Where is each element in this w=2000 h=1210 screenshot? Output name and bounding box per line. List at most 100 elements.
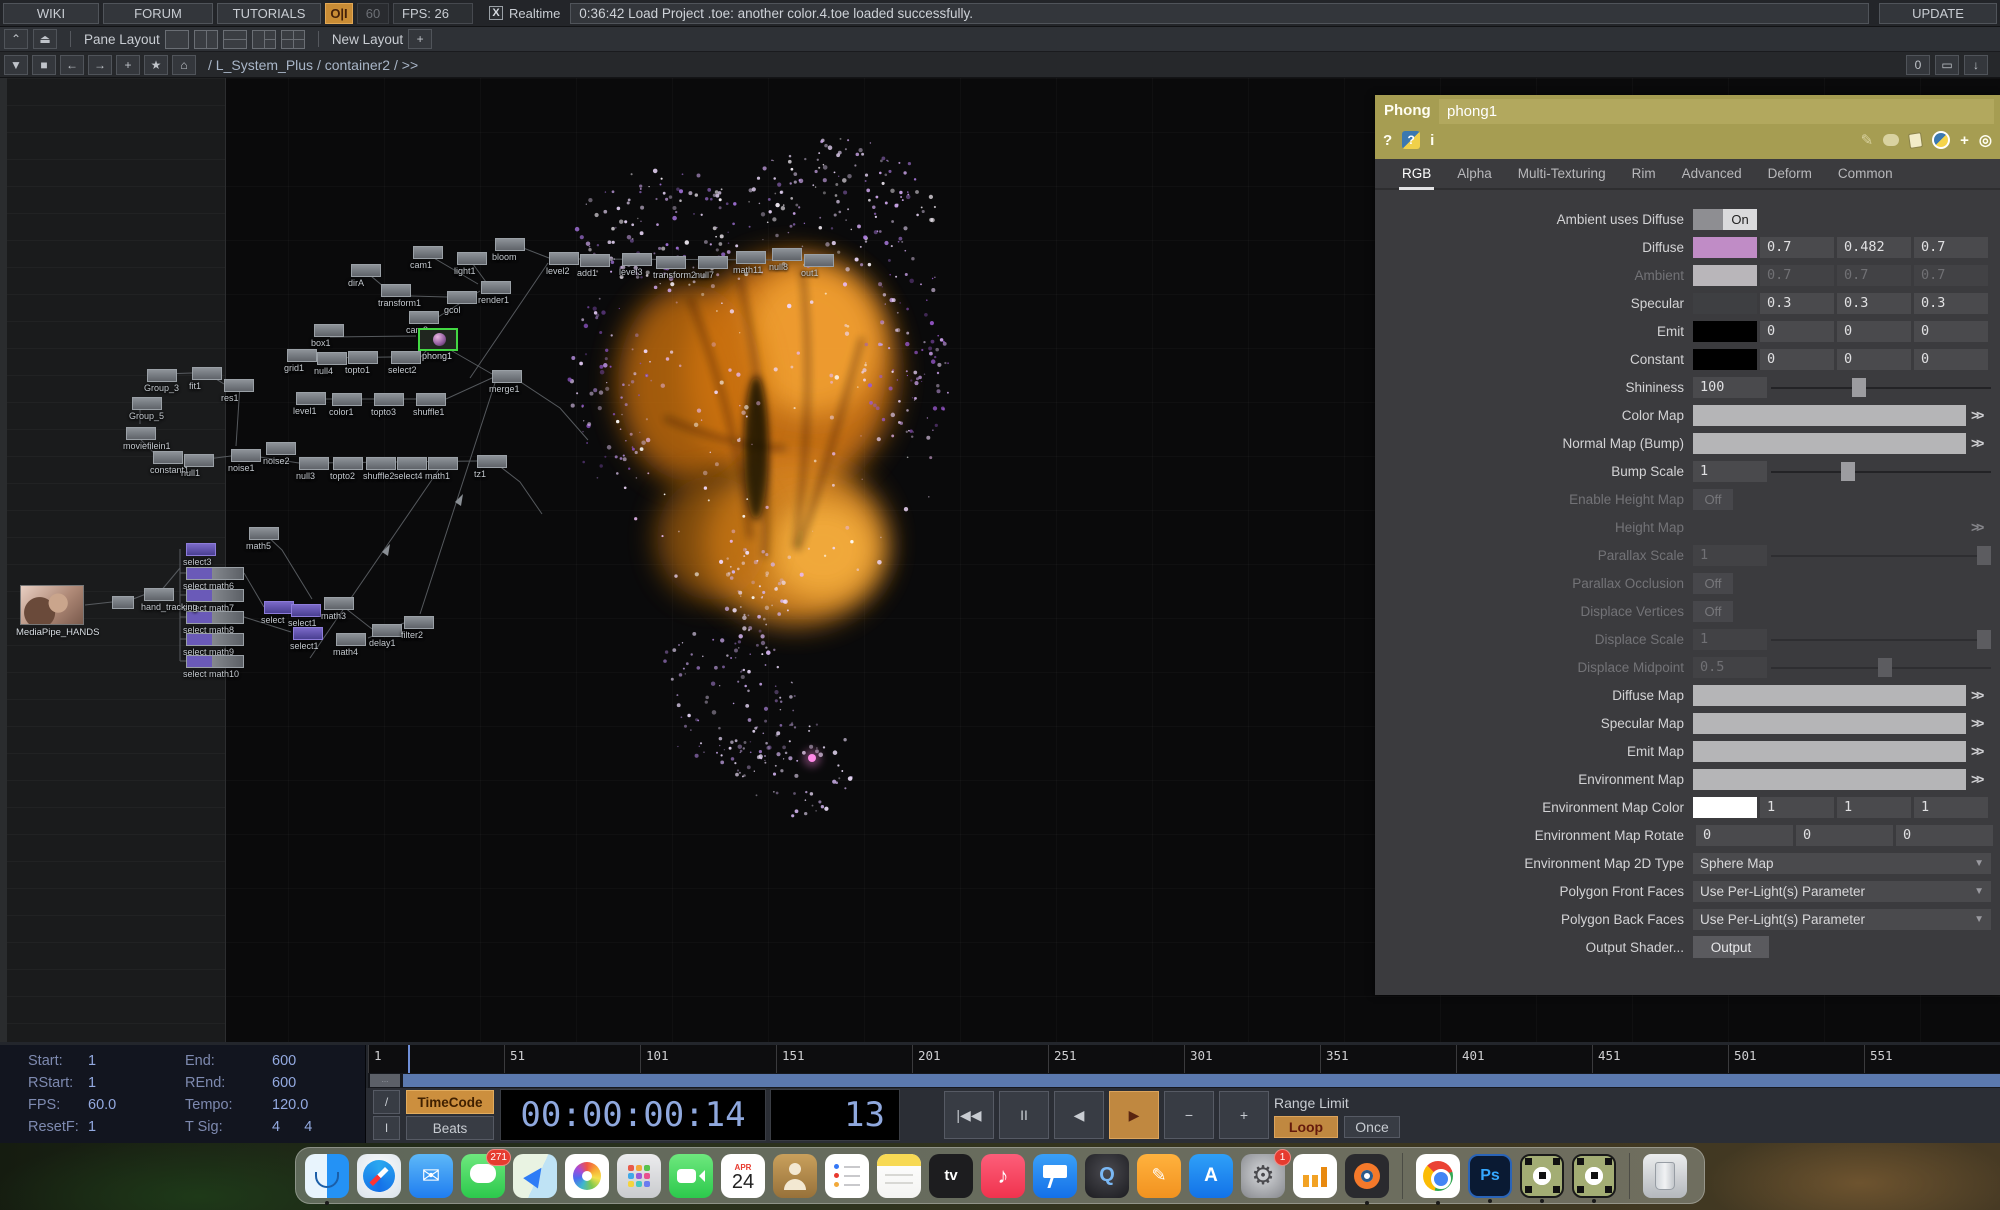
- dock-icon-notes[interactable]: [877, 1154, 921, 1198]
- value-field[interactable]: 1: [1837, 797, 1911, 818]
- node-topto2[interactable]: topto2: [333, 457, 363, 470]
- value-field[interactable]: 100: [1693, 377, 1767, 398]
- dock-icon-calendar[interactable]: APR24: [721, 1154, 765, 1198]
- target-icon[interactable]: ◎: [1979, 131, 1992, 149]
- node-select1[interactable]: select1: [291, 604, 321, 617]
- node-select[interactable]: select: [264, 601, 294, 614]
- node-render1[interactable]: render1: [481, 281, 511, 294]
- wiki-button[interactable]: WIKI: [3, 3, 99, 24]
- tab-rgb[interactable]: RGB: [1389, 160, 1444, 188]
- value-field[interactable]: 0: [1760, 321, 1834, 342]
- color-swatch[interactable]: [1693, 265, 1757, 286]
- node-null1[interactable]: null1: [184, 454, 214, 467]
- value-field[interactable]: 0.7: [1760, 237, 1834, 258]
- update-button[interactable]: UPDATE: [1879, 3, 1997, 24]
- node-null7[interactable]: null7: [698, 256, 728, 269]
- frame-minus-button[interactable]: −: [1164, 1091, 1214, 1139]
- python-mode-icon[interactable]: [1932, 131, 1950, 149]
- node-select4[interactable]: select4: [397, 457, 427, 470]
- file-path-field[interactable]: [1693, 517, 1966, 538]
- value-field[interactable]: 0.7: [1914, 265, 1988, 286]
- param-slider[interactable]: [1771, 377, 1991, 398]
- dock-icon-settings[interactable]: ⚙1: [1241, 1154, 1285, 1198]
- node-select math7[interactable]: select math7: [186, 589, 244, 602]
- tab-advanced[interactable]: Advanced: [1669, 160, 1755, 188]
- dock-icon-safari[interactable]: [357, 1154, 401, 1198]
- node-level2[interactable]: level2: [549, 252, 579, 265]
- node-cam1[interactable]: cam1: [413, 246, 443, 259]
- node-color1[interactable]: color1: [332, 393, 362, 406]
- expand-chevron-icon[interactable]: >>: [1971, 743, 1995, 759]
- param-toggle[interactable]: Off: [1693, 573, 1733, 594]
- bookmark-icon[interactable]: ★: [144, 55, 168, 75]
- node-math5[interactable]: math5: [249, 527, 279, 540]
- dock-icon-maps[interactable]: [513, 1154, 557, 1198]
- file-path-field[interactable]: [1693, 769, 1966, 790]
- node-box1[interactable]: box1: [314, 324, 344, 337]
- dock-icon-td[interactable]: [1520, 1154, 1564, 1198]
- value-field[interactable]: 1: [1693, 629, 1767, 650]
- save-layout-icon[interactable]: ⏏: [33, 29, 57, 49]
- value-field[interactable]: 0: [1914, 349, 1988, 370]
- network-editor[interactable]: cam1light1bloomdirAtransform1gcolrender1…: [0, 78, 2000, 1042]
- dock-icon-mail[interactable]: ✉: [409, 1154, 453, 1198]
- maximize-pane-icon[interactable]: ⌃: [4, 29, 28, 49]
- frame-plus-button[interactable]: +: [1219, 1091, 1269, 1139]
- slider-handle[interactable]: [1977, 630, 1991, 649]
- play-button[interactable]: ▶: [1109, 1091, 1159, 1139]
- pane-layout-quad[interactable]: [281, 30, 305, 49]
- node-phong1[interactable]: phong1: [418, 328, 458, 351]
- color-swatch[interactable]: [1693, 797, 1757, 818]
- node-unnamed[interactable]: [112, 596, 134, 609]
- param-slider[interactable]: [1771, 657, 1991, 678]
- value-field[interactable]: 0: [1760, 349, 1834, 370]
- playhead[interactable]: [408, 1045, 410, 1073]
- back-icon[interactable]: ←: [60, 55, 84, 75]
- timeline-ruler[interactable]: 151101151201251301351401451501551: [368, 1045, 2000, 1073]
- slider-handle[interactable]: [1977, 546, 1991, 565]
- range-scroll-box[interactable]: ...: [370, 1074, 400, 1087]
- jump-start-button[interactable]: |◀◀: [944, 1091, 994, 1139]
- param-dropdown[interactable]: Sphere Map▼: [1693, 853, 1991, 874]
- slider-handle[interactable]: [1852, 378, 1866, 397]
- node-select math8[interactable]: select math8: [186, 611, 244, 624]
- value-field[interactable]: 1: [1693, 461, 1767, 482]
- node-select math9[interactable]: select math9: [186, 633, 244, 646]
- comment-icon[interactable]: [1883, 134, 1899, 146]
- tab-multi-texturing[interactable]: Multi-Texturing: [1505, 160, 1619, 188]
- slider-handle[interactable]: [1878, 658, 1892, 677]
- node-Group_5[interactable]: Group_5: [132, 397, 162, 410]
- dock-icon-trash[interactable]: [1643, 1154, 1687, 1198]
- node-select3[interactable]: select3: [186, 543, 216, 556]
- color-swatch[interactable]: [1693, 349, 1757, 370]
- node-grid1[interactable]: grid1: [287, 349, 317, 362]
- node-select2[interactable]: select2: [391, 351, 421, 364]
- tab-alpha[interactable]: Alpha: [1444, 160, 1505, 188]
- node-delay1[interactable]: delay1: [372, 624, 402, 637]
- dock-icon-appstore[interactable]: A: [1189, 1154, 1233, 1198]
- node-null3[interactable]: null3: [299, 457, 329, 470]
- node-add1[interactable]: add1: [580, 254, 610, 267]
- node-constant1[interactable]: constant1: [153, 451, 183, 464]
- pane-layout-vsplit[interactable]: [194, 30, 218, 49]
- dock-icon-contacts[interactable]: [773, 1154, 817, 1198]
- tab-deform[interactable]: Deform: [1755, 160, 1825, 188]
- file-path-field[interactable]: [1693, 713, 1966, 734]
- value-field[interactable]: 0: [1696, 825, 1793, 846]
- value-field[interactable]: 0.7: [1914, 237, 1988, 258]
- forward-icon[interactable]: →: [88, 55, 112, 75]
- dock-pane-icon[interactable]: ↓: [1964, 55, 1988, 75]
- node-select math6[interactable]: select math6: [186, 567, 244, 580]
- expand-chevron-icon[interactable]: >>: [1971, 687, 1995, 703]
- slash-mode-button[interactable]: /: [373, 1090, 400, 1114]
- node-math11[interactable]: math11: [736, 251, 766, 264]
- once-button[interactable]: Once: [1344, 1116, 1400, 1138]
- node-topto3[interactable]: topto3: [374, 393, 404, 406]
- value-field[interactable]: 0.3: [1914, 293, 1988, 314]
- node-cam3[interactable]: cam3: [409, 311, 439, 324]
- i-mode-button[interactable]: I: [373, 1116, 400, 1140]
- node-moviefilein1[interactable]: moviefilein1: [126, 427, 156, 440]
- dock-icon-quicktime[interactable]: Q: [1085, 1154, 1129, 1198]
- node-Group_3[interactable]: Group_3: [147, 369, 177, 382]
- pane-layout-single[interactable]: [165, 30, 189, 49]
